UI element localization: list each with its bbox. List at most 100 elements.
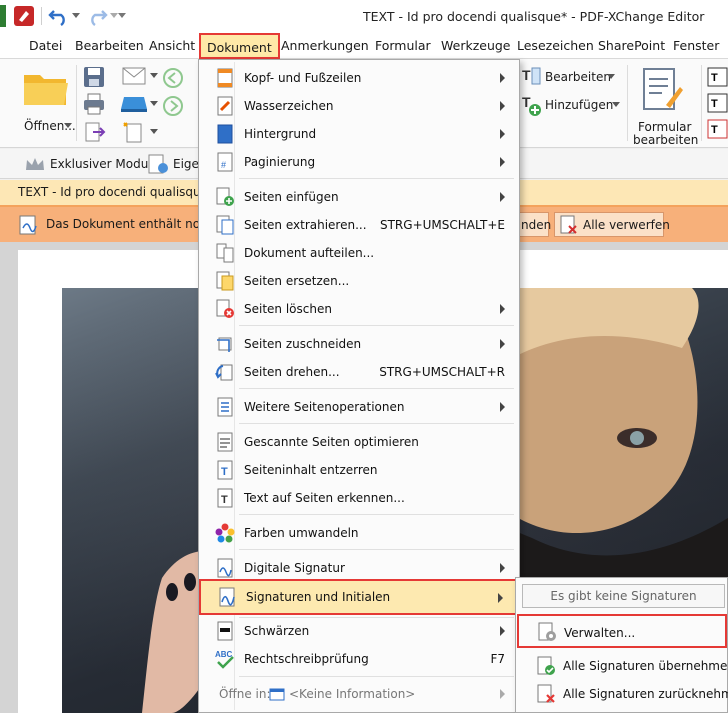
pdfxchange-logo-icon[interactable] bbox=[14, 6, 34, 26]
menu-item-open-in[interactable]: Öffne in: <Keine Information> bbox=[201, 681, 517, 707]
menu-item-label: Seiteninhalt entzerren bbox=[244, 463, 378, 477]
menu-item-spell-check[interactable]: ABC Rechtschreibprüfung F7 bbox=[201, 646, 517, 672]
discard-all-label: Alle verwerfen bbox=[583, 218, 670, 232]
menu-item-label: Hintergrund bbox=[244, 127, 317, 141]
menu-formular[interactable]: Formular bbox=[375, 38, 431, 53]
folder-open-icon[interactable] bbox=[22, 69, 70, 109]
menu-item-more-page-ops[interactable]: Weitere Seitenoperationen bbox=[201, 394, 517, 420]
submenu-arrow-icon bbox=[500, 402, 505, 412]
new-document-icon[interactable] bbox=[122, 121, 144, 143]
menu-werkzeuge[interactable]: Werkzeuge bbox=[441, 38, 511, 53]
email-dropdown-icon[interactable] bbox=[150, 73, 158, 79]
menu-item-convert-colors[interactable]: Farben umwandeln bbox=[201, 520, 517, 546]
menu-item-insert-pages[interactable]: Seiten einfügen bbox=[201, 184, 517, 210]
menu-item-digital-signature[interactable]: Digitale Signatur bbox=[201, 555, 517, 581]
shortcut-label: F7 bbox=[490, 652, 505, 666]
menu-item-deskew[interactable]: T Seiteninhalt entzerren bbox=[201, 457, 517, 483]
revoke-all-signatures-label: Alle Signaturen zurücknehmen bbox=[563, 687, 728, 701]
customize-quick-access-icon[interactable] bbox=[118, 13, 126, 19]
menu-item-label: Signaturen und Initialen bbox=[246, 590, 391, 604]
svg-text:T: T bbox=[711, 98, 718, 110]
app-logo-icon bbox=[0, 5, 6, 27]
apply-all-signatures-item[interactable]: Alle Signaturen übernehmen bbox=[518, 652, 728, 680]
menu-item-optimize-scanned[interactable]: Gescannte Seiten optimieren bbox=[201, 429, 517, 455]
svg-text:T: T bbox=[711, 72, 718, 84]
menu-item-signatures-initials[interactable]: Signaturen und Initialen bbox=[199, 579, 519, 615]
text-field-icon[interactable]: T bbox=[707, 67, 728, 87]
form-edit-icon[interactable] bbox=[640, 67, 684, 113]
menu-lesezeichen[interactable]: Lesezeichen bbox=[517, 38, 594, 53]
menu-item-delete-pages[interactable]: Seiten löschen bbox=[201, 296, 517, 322]
menu-item-replace-pages[interactable]: Seiten ersetzen... bbox=[201, 268, 517, 294]
window-title: TEXT - Id pro docendi qualisque* - PDF-X… bbox=[363, 9, 705, 24]
menu-fenster[interactable]: Fenster bbox=[673, 38, 719, 53]
manage-signatures-icon bbox=[538, 622, 556, 641]
menu-item-ocr[interactable]: T Text auf Seiten erkennen... bbox=[201, 485, 517, 511]
scan-dropdown-icon[interactable] bbox=[150, 101, 158, 107]
menu-dokument[interactable]: Dokument bbox=[199, 33, 280, 59]
add-text-icon[interactable]: T bbox=[520, 93, 542, 117]
edit-text-icon[interactable]: T bbox=[520, 65, 542, 87]
menu-item-extract-pages[interactable]: Seiten extrahieren... STRG+UMSCHALT+E bbox=[201, 212, 517, 238]
form-edit-label-2[interactable]: bearbeiten bbox=[633, 133, 698, 147]
revoke-all-signatures-item[interactable]: Alle Signaturen zurücknehmen bbox=[518, 680, 728, 708]
menu-bearbeiten[interactable]: Bearbeiten bbox=[75, 38, 144, 53]
menu-sharepoint[interactable]: SharePoint bbox=[598, 38, 665, 53]
menu-ansicht[interactable]: Ansicht bbox=[149, 38, 195, 53]
menu-item-crop-pages[interactable]: Seiten zuschneiden bbox=[201, 331, 517, 357]
manage-signatures-item[interactable]: Verwalten... bbox=[517, 614, 727, 648]
properties-icon[interactable] bbox=[147, 153, 169, 175]
apply-all-button[interactable]: nden bbox=[518, 212, 551, 237]
menu-item-split-document[interactable]: Dokument aufteilen... bbox=[201, 240, 517, 266]
ocr-icon: T bbox=[217, 488, 233, 508]
add-button-label[interactable]: Hinzufügen bbox=[545, 98, 613, 112]
email-icon[interactable] bbox=[122, 67, 146, 85]
edit-button-label[interactable]: Bearbeiten bbox=[545, 70, 611, 84]
menu-item-background[interactable]: Hintergrund bbox=[201, 121, 517, 147]
redo-dropdown-icon[interactable] bbox=[110, 13, 118, 19]
extract-pages-icon bbox=[216, 215, 234, 235]
add-dropdown-icon[interactable] bbox=[612, 102, 620, 108]
undo-icon[interactable] bbox=[48, 5, 70, 27]
menu-item-label: Weitere Seitenoperationen bbox=[244, 400, 405, 414]
undo-dropdown-icon[interactable] bbox=[72, 13, 80, 19]
menu-item-pagination[interactable]: # Paginierung bbox=[201, 149, 517, 175]
crop-pages-icon bbox=[217, 337, 232, 352]
menu-item-label: Wasserzeichen bbox=[244, 99, 334, 113]
text-field-icon-2[interactable]: T bbox=[707, 93, 728, 113]
back-icon[interactable] bbox=[162, 67, 184, 89]
open-dropdown-icon[interactable] bbox=[64, 123, 72, 129]
text-field-icon-3[interactable]: T bbox=[707, 119, 728, 139]
submenu-arrow-icon bbox=[500, 304, 505, 314]
apply-signatures-icon bbox=[537, 656, 555, 675]
menu-anmerkungen[interactable]: Anmerkungen bbox=[281, 38, 369, 53]
watermark-icon bbox=[217, 96, 233, 116]
menu-item-rotate-pages[interactable]: Seiten drehen... STRG+UMSCHALT+R bbox=[201, 359, 517, 385]
document-tab[interactable]: TEXT - Id pro docendi qualisque * bbox=[0, 180, 218, 205]
menu-item-header-footer[interactable]: Kopf- und Fußzeilen bbox=[201, 65, 517, 91]
quick-access-separator bbox=[41, 7, 42, 25]
form-edit-label-1[interactable]: Formular bbox=[638, 120, 691, 134]
menu-separator bbox=[239, 549, 514, 550]
menu-item-redact[interactable]: Schwärzen bbox=[201, 618, 517, 644]
svg-text:#: # bbox=[221, 160, 226, 170]
edit-dropdown-icon[interactable] bbox=[607, 74, 615, 80]
submenu-arrow-icon bbox=[500, 192, 505, 202]
menu-item-label: Seiten löschen bbox=[244, 302, 332, 316]
properties-label[interactable]: Eige bbox=[173, 157, 199, 171]
forward-icon[interactable] bbox=[162, 95, 184, 117]
menu-separator bbox=[239, 676, 514, 677]
menu-item-watermark[interactable]: Wasserzeichen bbox=[201, 93, 517, 119]
scan-icon[interactable] bbox=[120, 95, 148, 113]
redo-icon[interactable] bbox=[86, 5, 108, 27]
crown-icon[interactable] bbox=[24, 155, 46, 173]
submenu-arrow-icon bbox=[500, 129, 505, 139]
exclusive-mode-label[interactable]: Exklusiver Modus bbox=[50, 157, 155, 171]
convert-colors-icon bbox=[215, 523, 235, 543]
new-dropdown-icon[interactable] bbox=[150, 129, 158, 135]
print-icon[interactable] bbox=[82, 93, 106, 115]
menu-item-label: Rechtschreibprüfung bbox=[244, 652, 369, 666]
save-icon[interactable] bbox=[82, 65, 106, 89]
menu-datei[interactable]: Datei bbox=[29, 38, 62, 53]
export-icon[interactable] bbox=[84, 122, 106, 142]
